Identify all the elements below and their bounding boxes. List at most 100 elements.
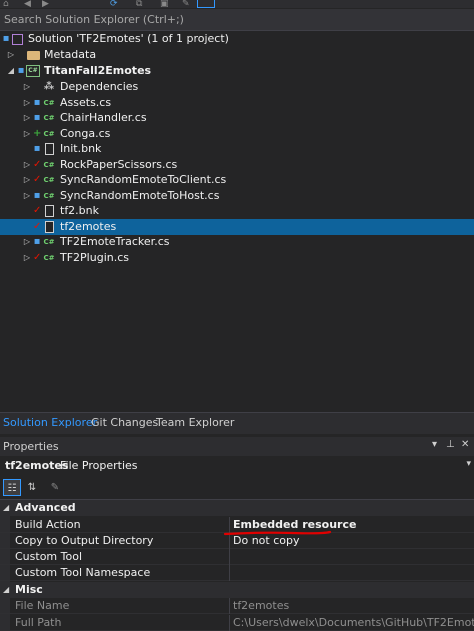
tree-item[interactable]: ▷ ✓ C# SyncRandomEmoteToClient.cs <box>0 172 474 188</box>
property-category[interactable]: ◢ Misc <box>0 581 474 598</box>
expand-arrow-icon[interactable]: ▷ <box>22 172 32 188</box>
tree-item[interactable]: ▷ ▪ C# TF2EmoteTracker.cs <box>0 234 474 250</box>
csharp-icon: C# <box>43 253 55 262</box>
csharp-icon: C# <box>43 114 55 122</box>
tree-item-label: SyncRandomEmoteToHost.cs <box>60 188 220 202</box>
tree-item-label: Assets.cs <box>60 95 112 109</box>
close-icon[interactable]: ✕ <box>461 439 469 450</box>
expand-arrow-icon[interactable]: ▷ <box>22 79 32 95</box>
home-icon[interactable]: ⌂ <box>3 0 9 9</box>
expand-arrow-icon[interactable]: ▷ <box>6 47 16 63</box>
tree-item[interactable]: ▷ ✓ C# RockPaperScissors.cs <box>0 157 474 173</box>
property-row[interactable]: File Name tf2emotes <box>0 598 474 615</box>
tree-item[interactable]: ▷ ▪ C# Assets.cs <box>0 95 474 111</box>
preview-toggle-icon[interactable] <box>197 0 215 8</box>
tab-team-explorer[interactable]: Team Explorer <box>156 416 234 429</box>
property-category[interactable]: ◢ Advanced <box>0 500 474 516</box>
source-control-lock-icon: ▪ <box>33 189 41 201</box>
tree-item[interactable]: ▪ Init.bnk <box>0 141 474 157</box>
property-pages-wrench-icon[interactable]: ✎ <box>46 479 64 496</box>
solution-explorer-toolbar: ⌂ ◀ ▶ ⟳ ⧉ ▣ ✎ <box>0 0 474 9</box>
solution-tree: ▪ Solution 'TF2Emotes' (1 of 1 project) … <box>0 31 474 412</box>
csharp-icon: C# <box>43 160 55 169</box>
forward-icon[interactable]: ▶ <box>42 0 49 9</box>
property-name: File Name <box>15 599 70 613</box>
tree-metadata-node[interactable]: ▷ Metadata <box>0 47 474 63</box>
tab-git-changes[interactable]: Git Changes <box>91 416 158 429</box>
property-value: tf2emotes <box>233 599 290 613</box>
tree-item[interactable]: ▷ + C# Conga.cs <box>0 126 474 142</box>
csharp-icon: C# <box>43 191 55 200</box>
property-row[interactable]: Custom Tool Namespace <box>0 565 474 582</box>
search-placeholder: Search Solution Explorer (Ctrl+;) <box>4 13 184 26</box>
tree-item-label: Init.bnk <box>60 142 102 155</box>
tree-item[interactable]: ▷ ⁂ Dependencies <box>0 79 474 95</box>
property-name: Full Path <box>15 615 62 629</box>
tree-item-label: TF2Plugin.cs <box>60 250 129 264</box>
expand-arrow-icon[interactable]: ▷ <box>22 250 32 266</box>
tree-item[interactable]: ▷ ✓ C# TF2Plugin.cs <box>0 250 474 266</box>
source-control-lock-icon: ▪ <box>33 112 41 123</box>
tree-item[interactable]: ✓ tf2.bnk <box>0 203 474 219</box>
expand-arrow-icon[interactable]: ▷ <box>22 234 32 250</box>
properties-title: Properties <box>3 440 59 453</box>
column-divider <box>229 565 230 582</box>
collapse-arrow-icon[interactable]: ◢ <box>3 500 9 516</box>
collapse-arrow-icon[interactable]: ◢ <box>6 63 16 79</box>
search-input[interactable]: Search Solution Explorer (Ctrl+;) <box>0 9 474 31</box>
property-row[interactable]: Full Path C:\Users\dwelx\Documents\GitHub… <box>0 614 474 631</box>
csharp-icon: C# <box>43 176 55 184</box>
expand-arrow-icon[interactable]: ▷ <box>22 157 32 173</box>
back-icon[interactable]: ◀ <box>24 0 31 9</box>
source-control-lock-icon: ▪ <box>2 33 10 44</box>
tree-project-label: TitanFall2Emotes <box>44 64 152 77</box>
annotation-underline <box>223 530 332 536</box>
tree-item[interactable]: ▷ ▪ C# ChairHandler.cs <box>0 110 474 126</box>
tree-item-label: SyncRandomEmoteToClient.cs <box>60 173 227 186</box>
tree-item[interactable]: ✓ tf2emotes <box>0 218 474 235</box>
properties-header: Properties ▾ ⊥ ✕ <box>0 437 474 456</box>
categorized-icon[interactable]: ☷ <box>3 479 21 496</box>
sync-icon[interactable]: ⟳ <box>110 0 118 9</box>
property-row[interactable]: Custom Tool <box>0 549 474 566</box>
source-control-check-icon: ✓ <box>33 220 42 232</box>
tree-item-label: tf2emotes <box>60 219 117 233</box>
source-control-check-icon: ✓ <box>33 158 42 170</box>
property-name: Custom Tool <box>15 550 83 564</box>
tree-item-label: Dependencies <box>60 80 139 93</box>
tree-item-label: tf2.bnk <box>60 204 100 217</box>
collapse-icon[interactable]: ▣ <box>160 0 169 9</box>
alphabetical-icon[interactable]: ⇅ <box>23 479 41 496</box>
property-value: C:\Users\dwelx\Documents\GitHub\TF2Emote… <box>233 615 474 629</box>
chevron-down-icon[interactable]: ▾ <box>466 459 471 469</box>
expand-arrow-icon[interactable]: ▷ <box>22 110 32 126</box>
property-name: Custom Tool Namespace <box>15 566 151 580</box>
source-control-lock-icon: ▪ <box>33 96 41 108</box>
tree-solution-node[interactable]: ▪ Solution 'TF2Emotes' (1 of 1 project) <box>0 31 474 47</box>
tree-project-node[interactable]: ◢ ▪ C# TitanFall2Emotes <box>0 63 474 79</box>
properties-wrench-icon[interactable]: ✎ <box>182 0 190 9</box>
tree-item-label: TF2EmoteTracker.cs <box>60 235 170 248</box>
file-icon <box>45 205 54 217</box>
dependencies-icon: ⁂ <box>43 81 55 92</box>
property-grid: ◢ Advanced Build Action Embedded resource Co… <box>0 500 474 631</box>
column-divider <box>229 598 230 615</box>
pin-icon[interactable]: ⊥ <box>446 439 455 450</box>
property-name: Copy to Output Directory <box>15 533 154 547</box>
tree-item[interactable]: ▷ ▪ C# SyncRandomEmoteToHost.cs <box>0 188 474 204</box>
tree-solution-label: Solution 'TF2Emotes' (1 of 1 project) <box>28 32 229 45</box>
pending-changes-icon[interactable]: ⧉ <box>136 0 142 9</box>
expand-arrow-icon[interactable]: ▷ <box>22 188 32 204</box>
tab-solution-explorer[interactable]: Solution Explorer <box>3 416 97 429</box>
property-name: Build Action <box>15 517 81 531</box>
object-selector[interactable]: tf2emotes File Properties ▾ <box>0 456 474 476</box>
folder-icon <box>27 51 40 60</box>
csharp-icon: C# <box>43 129 55 138</box>
source-control-lock-icon: ▪ <box>33 236 41 247</box>
expand-arrow-icon[interactable]: ▷ <box>22 95 32 111</box>
properties-toolbar: ☷ ⇅ ✎ <box>0 476 474 500</box>
window-dropdown-icon[interactable]: ▾ <box>432 439 437 450</box>
expand-arrow-icon[interactable]: ▷ <box>22 126 32 142</box>
collapse-arrow-icon[interactable]: ◢ <box>3 582 9 598</box>
column-divider <box>229 549 230 566</box>
